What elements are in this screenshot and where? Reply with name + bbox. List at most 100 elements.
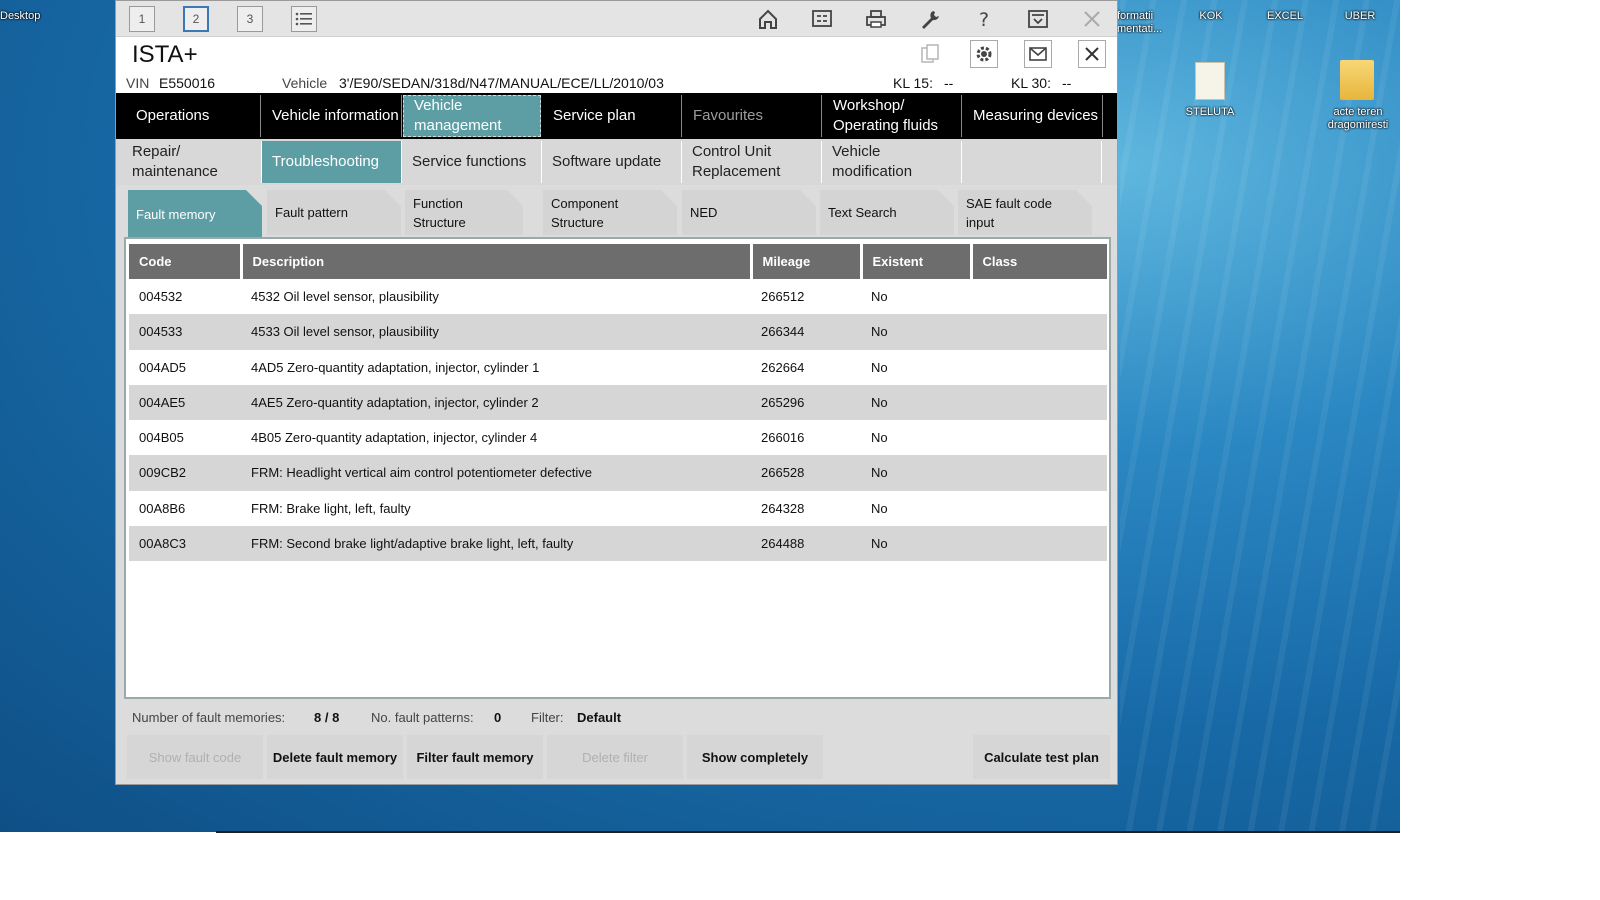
table-row[interactable]: 00A8C3 FRM: Second brake light/adaptive … — [129, 525, 1107, 561]
fault-patterns-label: No. fault patterns: — [371, 710, 474, 725]
cell-code: 00A8C3 — [129, 525, 241, 561]
session-tab-1[interactable]: 1 — [129, 6, 155, 32]
column-header-mileage[interactable]: Mileage — [751, 244, 863, 279]
wrench-icon[interactable] — [916, 5, 944, 33]
show-completely-button[interactable]: Show completely — [687, 735, 823, 779]
cell-class — [971, 279, 1107, 314]
nav-workshop-operating-fluids[interactable]: Workshop/ Operating fluids — [823, 95, 962, 137]
desktop-icon-label-excel[interactable]: EXCEL — [1265, 10, 1305, 23]
show-fault-code-button[interactable]: Show fault code — [127, 735, 263, 779]
session-tab-2[interactable]: 2 — [183, 6, 209, 32]
desktop-icon-label-steluta[interactable]: STELUTA — [1183, 106, 1237, 119]
desktop-icon-label-formatii[interactable]: formatii mentati... — [1117, 10, 1167, 36]
cell-description: FRM: Second brake light/adaptive brake l… — [241, 525, 751, 561]
copy-icon[interactable] — [916, 40, 944, 68]
cell-existent: No — [861, 525, 971, 561]
cell-code: 004AD5 — [139, 359, 186, 375]
help-icon[interactable]: ? — [970, 5, 998, 33]
desktop-label: Desktop — [0, 10, 41, 22]
tab-text-search[interactable]: Text Search — [820, 190, 954, 235]
desktop-icon-label-kok[interactable]: KOK — [1196, 10, 1226, 23]
cell-code: 004532 — [139, 289, 183, 305]
calculate-test-plan-button[interactable]: Calculate test plan — [973, 735, 1110, 779]
delete-fault-memory-button[interactable]: Delete fault memory — [267, 735, 403, 779]
nav-operations[interactable]: Operations — [116, 95, 261, 137]
subnav-repair-maintenance[interactable]: Repair/ maintenance — [122, 141, 262, 183]
table-row[interactable]: 004AE5 4AE5 Zero-quantity adaptation, in… — [129, 384, 1107, 420]
folder-icon[interactable] — [1340, 60, 1374, 100]
cell-existent: No — [861, 314, 971, 350]
table-header-row: Code Description Mileage Existent Class — [129, 244, 1107, 279]
tab-fault-pattern[interactable]: Fault pattern — [267, 190, 401, 235]
table-row[interactable]: 004B05 4B05 Zero-quantity adaptation, in… — [129, 420, 1107, 455]
vehicle-label: Vehicle — [282, 75, 328, 91]
cell-existent: No — [861, 455, 971, 491]
subnav-software-update[interactable]: Software update — [542, 141, 682, 183]
cell-code: 009CB2 — [129, 455, 241, 491]
column-header-class[interactable]: Class — [971, 244, 1107, 279]
subnav-service-functions[interactable]: Service functions — [402, 141, 542, 183]
gear-icon[interactable] — [970, 40, 998, 68]
tab-sae-fault-code-input[interactable]: SAE fault code input — [958, 190, 1092, 235]
fault-patterns-value: 0 — [494, 710, 502, 725]
cell-mileage: 266528 — [751, 455, 861, 491]
title-bar: ISTA+ — [116, 37, 1117, 71]
filter-fault-memory-button[interactable]: Filter fault memory — [407, 735, 543, 779]
column-header-existent[interactable]: Existent — [861, 244, 973, 279]
minimize-icon[interactable] — [1024, 5, 1052, 33]
file-icon[interactable] — [1195, 62, 1225, 100]
table-row[interactable]: 00A8B6 FRM: Brake light, left, faulty 26… — [129, 491, 1107, 526]
list-icon[interactable] — [291, 6, 317, 32]
session-tab-3[interactable]: 3 — [237, 6, 263, 32]
primary-nav: Operations Vehicle information Vehicle m… — [116, 93, 1117, 139]
ista-window: 1 2 3 ? ISTA+ VIN E550016 Vehicle 3'/E90… — [115, 0, 1118, 785]
cell-class — [971, 384, 1107, 420]
home-icon[interactable] — [754, 5, 782, 33]
subnav-control-unit-replacement[interactable]: Control Unit Replacement — [682, 141, 822, 183]
delete-filter-button[interactable]: Delete filter — [547, 735, 683, 779]
subnav-empty — [962, 141, 1102, 183]
app-title: ISTA+ — [132, 41, 198, 68]
connect-icon[interactable] — [808, 5, 836, 33]
kl15-label: KL 15: — [893, 75, 933, 91]
cell-existent: No — [861, 384, 971, 420]
vehicle-value: 3'/E90/SEDAN/318d/N47/MANUAL/ECE/LL/2010… — [339, 75, 664, 91]
tab-ned[interactable]: NED — [682, 190, 816, 235]
table-row[interactable]: 004533 4533 Oil level sensor, plausibili… — [129, 314, 1107, 350]
printer-icon[interactable] — [862, 5, 890, 33]
fault-memory-table: Code Description Mileage Existent Class … — [129, 244, 1107, 561]
subnav-troubleshooting[interactable]: Troubleshooting — [262, 141, 402, 183]
cell-mileage: 265296 — [751, 384, 861, 420]
cell-mileage: 266344 — [751, 314, 861, 350]
desktop-icon-label-acte-teren[interactable]: acte teren dragomiresti — [1318, 106, 1398, 132]
column-header-code[interactable]: Code — [129, 244, 243, 279]
close-icon[interactable] — [1078, 5, 1106, 33]
table-row[interactable]: 009CB2 FRM: Headlight vertical aim contr… — [129, 455, 1107, 491]
table-row[interactable]: 004AD5 4AD5 Zero-quantity adaptation, in… — [129, 350, 1107, 385]
column-header-description[interactable]: Description — [241, 244, 753, 279]
nav-vehicle-information[interactable]: Vehicle information — [262, 95, 402, 137]
tab-fault-memory[interactable]: Fault memory — [128, 190, 262, 238]
nav-measuring-devices[interactable]: Measuring devices — [963, 95, 1103, 137]
cell-code: 00A8B6 — [139, 500, 186, 516]
cell-code: 004533 — [129, 314, 241, 350]
cell-existent: No — [871, 289, 888, 305]
subnav-vehicle-modification[interactable]: Vehicle modification — [822, 141, 962, 183]
cell-existent: No — [871, 359, 888, 375]
nav-service-plan[interactable]: Service plan — [543, 95, 682, 137]
vehicle-info-bar: VIN E550016 Vehicle 3'/E90/SEDAN/318d/N4… — [116, 71, 1117, 93]
cell-description: 4533 Oil level sensor, plausibility — [241, 314, 751, 350]
cell-existent: No — [871, 500, 888, 516]
table-row[interactable]: 004532 4532 Oil level sensor, plausibili… — [129, 279, 1107, 314]
tab-component-structure[interactable]: Component Structure — [543, 190, 677, 235]
window-close-icon[interactable] — [1078, 40, 1106, 68]
desktop-lower-area — [0, 832, 1600, 900]
cell-description: FRM: Brake light, left, faulty — [251, 500, 411, 516]
desktop-icon-label-uber[interactable]: UBER — [1340, 10, 1380, 23]
fault-memories-value: 8 / 8 — [314, 710, 340, 725]
nav-vehicle-management[interactable]: Vehicle management — [403, 95, 541, 137]
nav-favourites[interactable]: Favourites — [683, 95, 822, 137]
cell-description: 4AD5 Zero-quantity adaptation, injector,… — [251, 359, 540, 375]
mail-icon[interactable] — [1024, 40, 1052, 68]
tab-function-structure[interactable]: Function Structure — [405, 190, 523, 235]
